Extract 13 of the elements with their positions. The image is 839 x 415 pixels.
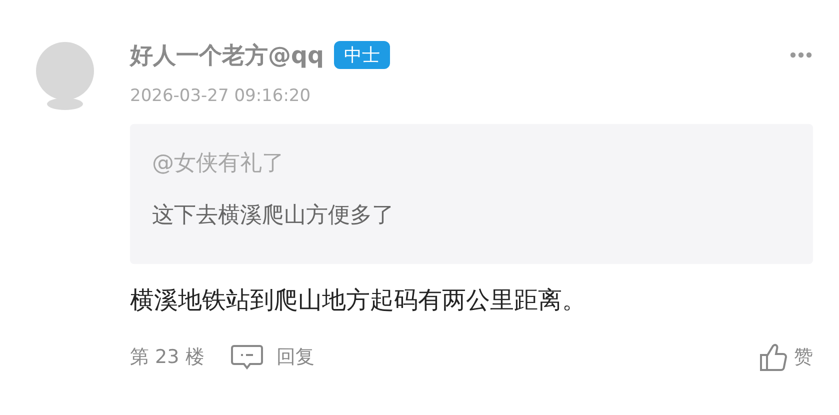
avatar — [34, 40, 96, 110]
reply-button[interactable]: 回复 — [230, 344, 314, 370]
author-name[interactable]: 好人一个老方@qq — [130, 40, 324, 70]
rank-badge: 中士 — [334, 41, 390, 69]
thumbs-up-icon — [758, 342, 788, 372]
more-icon[interactable] — [789, 51, 813, 59]
floor-number: 第 23 楼 — [130, 345, 204, 370]
timestamp: 2026-03-27 09:16:20 — [130, 86, 312, 106]
like-button[interactable]: 赞 — [758, 342, 813, 372]
quote-text: 这下去横溪爬山方便多了 — [152, 202, 395, 230]
comment-text: 横溪地铁站到爬山地方起码有两公里距离。 — [130, 285, 587, 316]
quote-mention[interactable]: @女侠有礼了 — [152, 148, 791, 178]
comment-icon — [230, 344, 264, 370]
